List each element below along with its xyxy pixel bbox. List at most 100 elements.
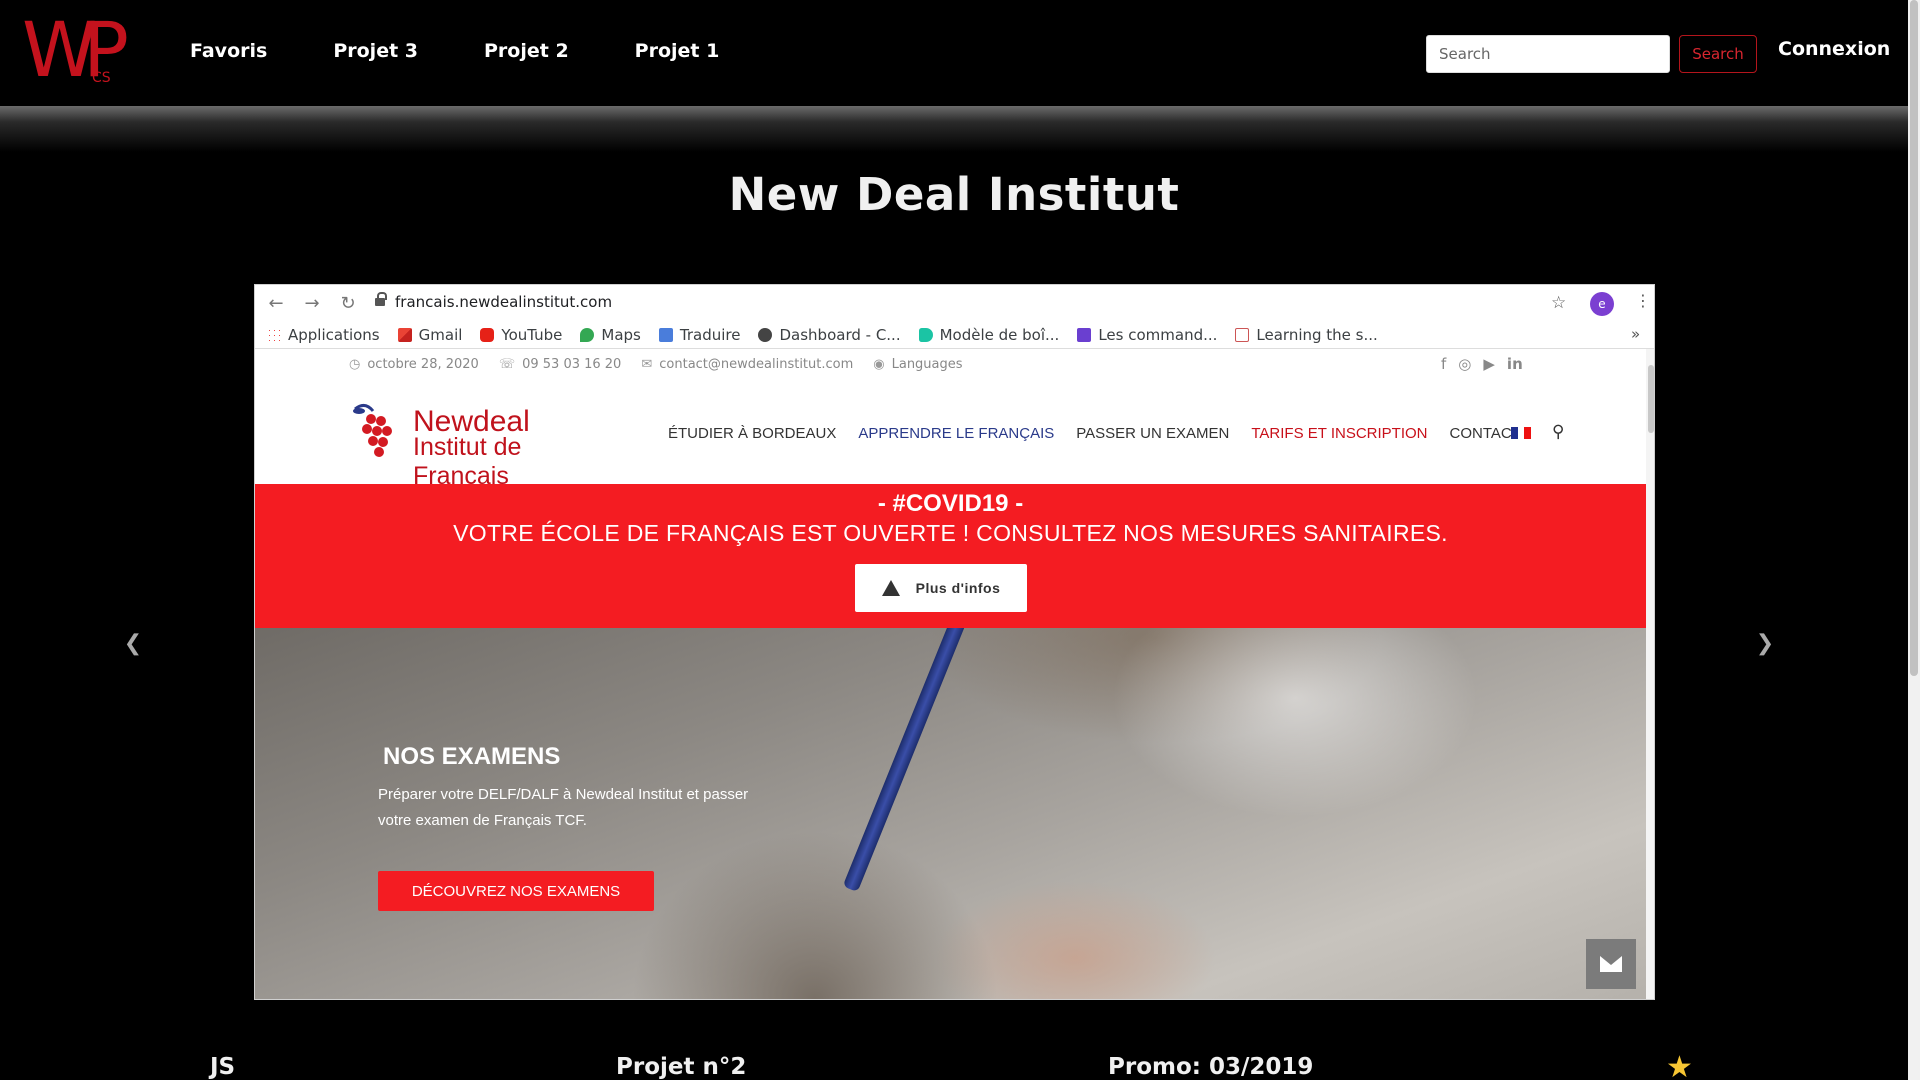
chevron-left-icon[interactable]: ❮ bbox=[118, 628, 148, 658]
nav-link-favoris[interactable]: Favoris bbox=[190, 40, 267, 62]
bookmark-label: Dashboard - C... bbox=[779, 325, 901, 344]
menu-tarifs: TARIFS ET INSCRIPTION bbox=[1251, 425, 1428, 442]
search-button[interactable]: Search bbox=[1679, 35, 1757, 73]
hero-text: Préparer votre DELF/DALF à Newdeal Insti… bbox=[378, 786, 749, 829]
browser-toolbar: ← → ↻ francais.newdealinstitut.com ☆ e ⋮ bbox=[255, 285, 1654, 321]
bookmark-item: Modèle de boî... bbox=[918, 325, 1060, 344]
phone-text: 09 53 03 16 20 bbox=[522, 357, 622, 372]
bookmark-label: Les command... bbox=[1098, 325, 1218, 344]
covid-banner: - #COVID19 - VOTRE ÉCOLE DE FRANÇAIS EST… bbox=[255, 484, 1646, 628]
nav-link-projet-1[interactable]: Projet 1 bbox=[635, 40, 720, 62]
hero-title: NOS EXAMENS bbox=[383, 743, 561, 770]
covid-text: VOTRE ÉCOLE DE FRANÇAIS EST OUVERTE ! CO… bbox=[453, 520, 1448, 546]
project-info-row: JS Projet n°2 Promo: 03/2019 ★ bbox=[0, 1050, 1908, 1080]
covid-title: - #COVID19 - bbox=[877, 490, 1024, 517]
project-language: JS bbox=[210, 1054, 236, 1080]
address-bar: francais.newdealinstitut.com bbox=[373, 289, 1453, 317]
date-text: octobre 28, 2020 bbox=[367, 357, 479, 372]
lock-icon bbox=[375, 292, 387, 307]
mail-icon bbox=[1586, 939, 1636, 989]
page-scrollbar-thumb[interactable] bbox=[1910, 0, 1918, 676]
top-navbar: WP CS Favoris Projet 3 Projet 2 Projet 1… bbox=[0, 0, 1908, 106]
bookmark-label: Traduire bbox=[679, 325, 741, 344]
pen-image bbox=[842, 628, 970, 893]
bookmark-item: YouTube bbox=[480, 326, 562, 344]
site-logo[interactable]: WP CS bbox=[22, 12, 140, 90]
logo-line-2: Institut de Français bbox=[413, 433, 522, 490]
plus-infos-label: Plus d'infos bbox=[915, 580, 1001, 596]
search-icon: ⚲ bbox=[1552, 422, 1565, 442]
bookmark-item: Learning the s... bbox=[1235, 325, 1378, 344]
navbar-shadow bbox=[0, 106, 1908, 152]
bookmark-item: Maps bbox=[580, 325, 641, 344]
facebook-icon: f bbox=[1441, 355, 1447, 373]
clock-icon: ◷ bbox=[349, 357, 361, 372]
chevron-right-icon[interactable]: ❯ bbox=[1750, 628, 1780, 658]
bookmark-label: Gmail bbox=[418, 325, 463, 344]
orders-icon bbox=[1077, 327, 1092, 342]
warning-icon bbox=[881, 580, 900, 596]
french-flag-icon bbox=[1511, 427, 1532, 439]
dashboard-icon bbox=[758, 327, 773, 342]
youtube-icon: ▶ bbox=[1483, 355, 1495, 373]
url-text: francais.newdealinstitut.com bbox=[395, 293, 613, 311]
youtube-icon bbox=[480, 327, 495, 342]
phone-icon: ☏ bbox=[498, 357, 516, 372]
bookmarks-bar: Applications Gmail YouTube Maps Traduire… bbox=[255, 321, 1654, 349]
logo-subtext: CS bbox=[92, 70, 111, 86]
menu-etudier: ÉTUDIER À BORDEAUX bbox=[668, 425, 837, 442]
hero-section: NOS EXAMENS Préparer votre DELF/DALF à N… bbox=[255, 628, 1646, 999]
inner-scrollbar-thumb bbox=[1648, 365, 1654, 433]
document-icon bbox=[1235, 327, 1250, 342]
website-page: ◷ octobre 28, 2020 ☏ 09 53 03 16 20 ✉ conta… bbox=[255, 349, 1646, 999]
bookmark-label: Maps bbox=[601, 325, 641, 344]
topinfo-phone: ☏ 09 53 03 16 20 bbox=[499, 357, 622, 372]
kebab-menu-icon: ⋮ bbox=[1635, 291, 1651, 310]
translate-icon bbox=[658, 327, 673, 342]
forward-arrow-icon: → bbox=[304, 293, 320, 314]
reload-icon: ↻ bbox=[340, 293, 356, 314]
browser-nav-buttons: ← → ↻ bbox=[267, 293, 357, 314]
grapes-icon bbox=[353, 404, 392, 457]
page-scrollbar[interactable] bbox=[1908, 0, 1920, 1080]
languages-text: Languages bbox=[891, 357, 963, 372]
plus-infos-button: Plus d'infos bbox=[855, 564, 1027, 612]
inner-scrollbar bbox=[1646, 349, 1654, 999]
linkedin-icon: in bbox=[1506, 355, 1523, 373]
decouvrez-examens-button: DÉCOUVREZ NOS EXAMENS bbox=[378, 871, 654, 911]
gmail-icon bbox=[397, 327, 412, 342]
menu-apprendre: APPRENDRE LE FRANÇAIS bbox=[858, 425, 1055, 442]
nav-links: Favoris Projet 3 Projet 2 Projet 1 bbox=[190, 0, 785, 102]
bookmark-label: Modèle de boî... bbox=[939, 325, 1060, 344]
nav-link-projet-3[interactable]: Projet 3 bbox=[333, 40, 418, 62]
project-promo: Promo: 03/2019 bbox=[1108, 1054, 1314, 1080]
email-text: contact@newdealinstitut.com bbox=[659, 357, 854, 372]
project-title: New Deal Institut bbox=[728, 168, 1180, 221]
topinfo-date: ◷ octobre 28, 2020 bbox=[349, 357, 479, 372]
site-topinfo: ◷ octobre 28, 2020 ☏ 09 53 03 16 20 ✉ conta… bbox=[349, 357, 983, 372]
globe-icon: ◉ bbox=[873, 357, 885, 372]
bookmark-label: Applications bbox=[288, 325, 380, 344]
newdeal-logo: Newdeal Institut de Français bbox=[351, 401, 621, 490]
bookmark-item: Traduire bbox=[658, 325, 741, 344]
apps-grid-icon bbox=[267, 327, 281, 342]
bookmark-item: Dashboard - C... bbox=[758, 325, 901, 344]
envelope-icon: ✉ bbox=[641, 357, 653, 372]
login-link[interactable]: Connexion bbox=[1778, 38, 1890, 60]
bookmark-label: YouTube bbox=[501, 325, 563, 344]
search-input[interactable] bbox=[1426, 35, 1670, 73]
back-arrow-icon: ← bbox=[268, 293, 284, 314]
nav-link-projet-2[interactable]: Projet 2 bbox=[484, 40, 569, 62]
template-icon bbox=[918, 327, 933, 342]
project-number: Projet n°2 bbox=[616, 1054, 747, 1080]
social-icons: f ◎ ▶ in bbox=[1441, 355, 1523, 373]
bookmark-item: Gmail bbox=[397, 325, 463, 344]
bookmark-star-icon: ☆ bbox=[1551, 293, 1567, 313]
site-menu: ÉTUDIER À BORDEAUX APPRENDRE LE FRANÇAIS… bbox=[668, 425, 1543, 442]
instagram-icon: ◎ bbox=[1458, 355, 1472, 373]
favorite-star-icon[interactable]: ★ bbox=[1666, 1050, 1693, 1080]
carousel-slide: ← → ↻ francais.newdealinstitut.com ☆ e ⋮… bbox=[254, 284, 1655, 1000]
maps-pin-icon bbox=[580, 327, 595, 342]
bookmark-label: Learning the s... bbox=[1256, 325, 1378, 344]
menu-passer-examen: PASSER UN EXAMEN bbox=[1076, 425, 1230, 442]
